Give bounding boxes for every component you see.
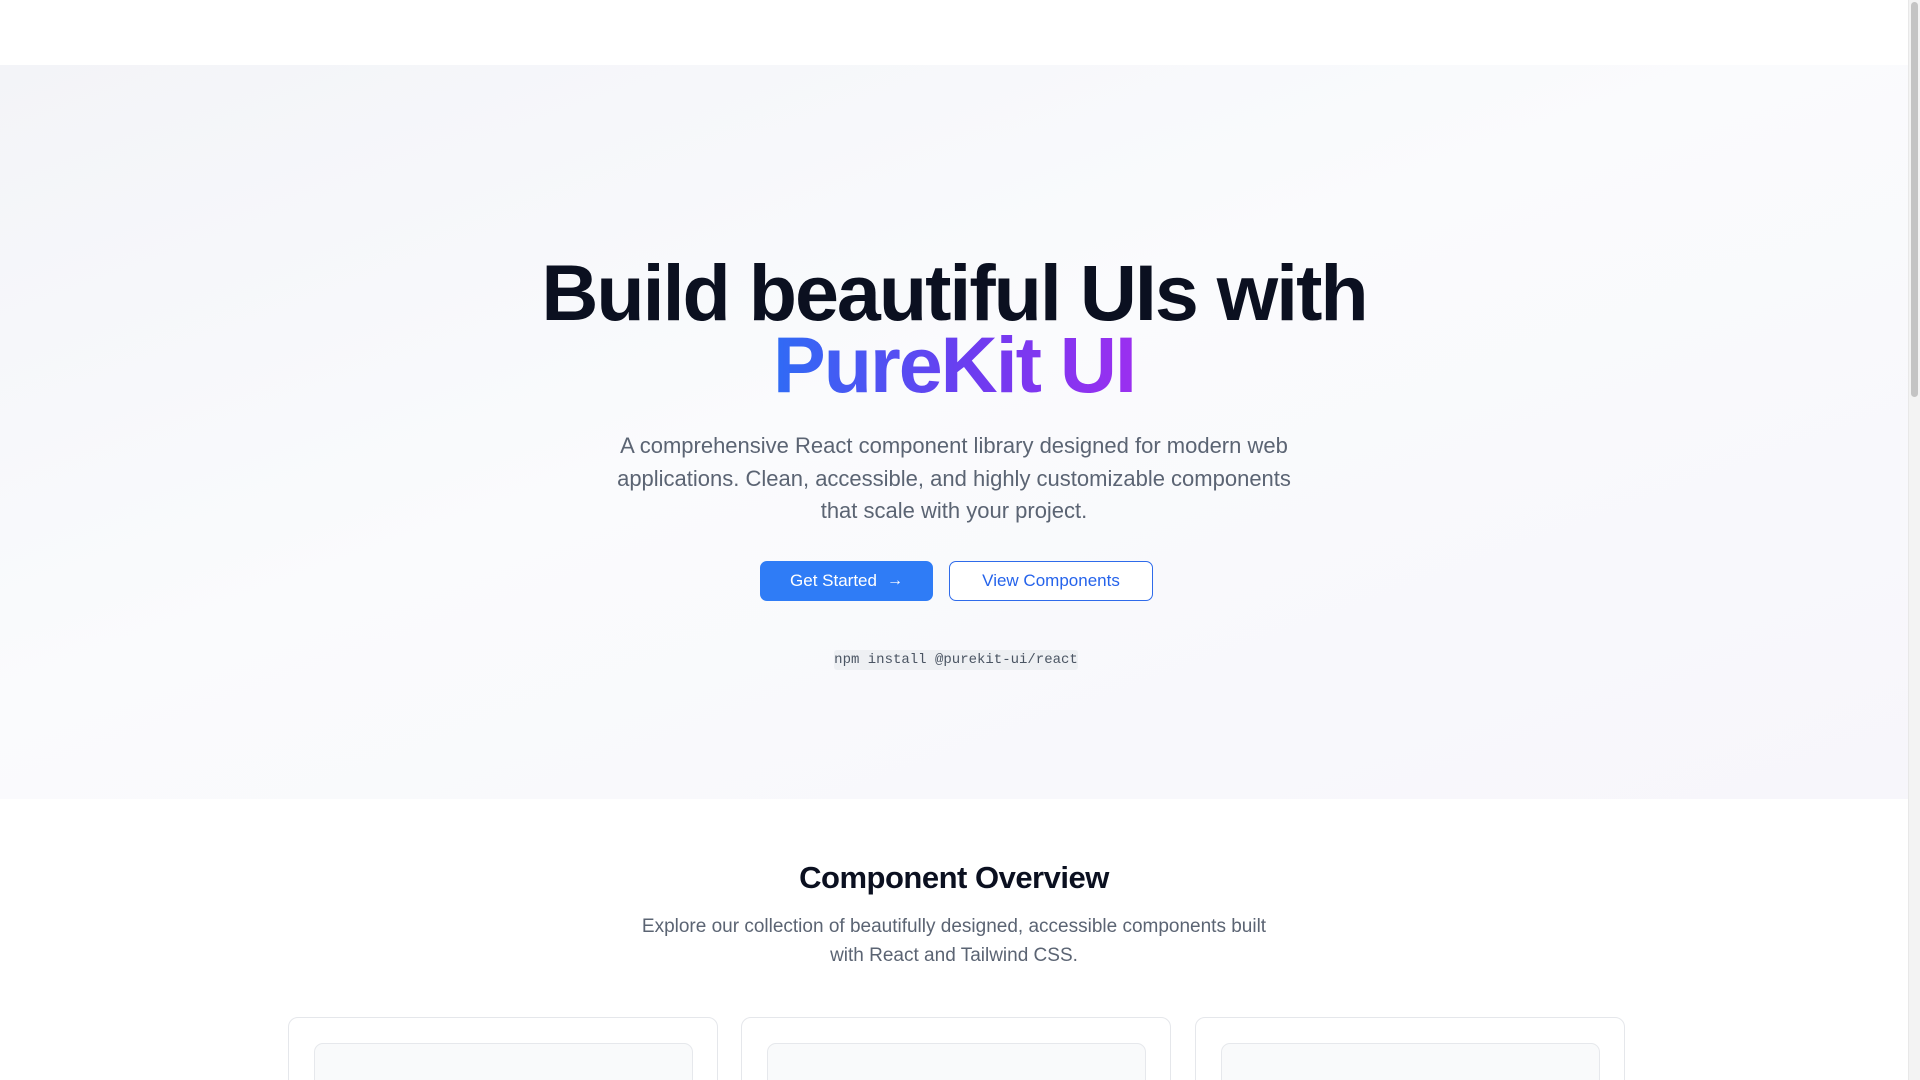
section-title: Component Overview [799, 860, 1109, 895]
component-card-preview [1221, 1043, 1600, 1080]
component-card-preview [767, 1043, 1146, 1080]
view-components-label: View Components [982, 571, 1120, 590]
get-started-label: Get Started [790, 571, 877, 590]
component-card[interactable] [741, 1017, 1171, 1080]
scrollbar-thumb[interactable] [1911, 2, 1918, 397]
component-card[interactable] [288, 1017, 718, 1080]
arrow-right-icon: → [886, 572, 903, 589]
get-started-button[interactable]: Get Started → [760, 561, 933, 601]
hero-subtitle: A comprehensive React component library … [617, 433, 1291, 523]
section-subtitle: Explore our collection of beautifully de… [641, 916, 1267, 966]
component-card[interactable] [1195, 1017, 1625, 1080]
view-components-button[interactable]: View Components [949, 561, 1153, 601]
hero-title-brand: PureKit UI [773, 320, 1137, 409]
component-card-preview [314, 1043, 693, 1080]
top-navigation-bar [0, 0, 1908, 65]
install-command: npm install @purekit-ui/react [834, 650, 1078, 670]
hero-title: Build beautiful UIs with PureKit UI [0, 253, 1908, 409]
